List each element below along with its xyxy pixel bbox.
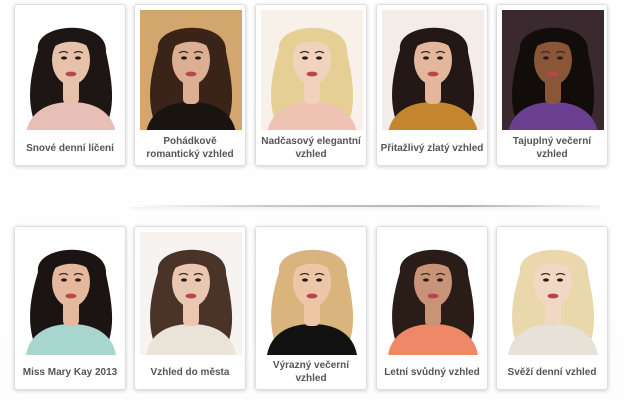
look-photo[interactable] bbox=[140, 10, 242, 130]
portrait-dark-long-hair-gold bbox=[382, 10, 484, 130]
look-photo[interactable] bbox=[382, 232, 484, 355]
look-photo[interactable] bbox=[261, 232, 363, 355]
look-card[interactable]: Výrazný večerní vzhled bbox=[255, 226, 367, 390]
look-caption[interactable]: Tajuplný večerní vzhled bbox=[499, 131, 605, 165]
look-photo[interactable] bbox=[502, 10, 604, 130]
look-card[interactable]: Tajuplný večerní vzhled bbox=[496, 4, 608, 166]
look-caption[interactable]: Letní svůdný vzhled bbox=[379, 355, 485, 389]
look-card[interactable]: Svěží denní vzhled bbox=[496, 226, 608, 390]
look-caption[interactable]: Nadčasový elegantní vzhled bbox=[258, 131, 364, 165]
makeup-looks-gallery: Snové denní líčení Pohádkově romantický … bbox=[0, 0, 624, 400]
look-card[interactable]: Nadčasový elegantní vzhled bbox=[255, 4, 367, 166]
portrait-curly-brunette bbox=[140, 10, 242, 130]
portrait-dark-skin-purple bbox=[502, 10, 604, 130]
look-card[interactable]: Přitažlivý zlatý vzhled bbox=[376, 4, 488, 166]
portrait-long-straight-brunette bbox=[140, 232, 242, 355]
look-photo[interactable] bbox=[20, 232, 122, 355]
portrait-ponytail-smile bbox=[20, 232, 122, 355]
section-divider-shadow bbox=[130, 207, 600, 211]
portrait-blonde-flowing bbox=[261, 232, 363, 355]
looks-row-1: Snové denní líčení Pohádkově romantický … bbox=[0, 4, 624, 170]
look-photo[interactable] bbox=[261, 10, 363, 130]
look-caption[interactable]: Pohádkově romantický vzhled bbox=[137, 131, 243, 165]
look-caption[interactable]: Svěží denní vzhled bbox=[499, 355, 605, 389]
looks-row-2: Miss Mary Kay 2013 Vzhled do města Výraz… bbox=[0, 226, 624, 392]
look-card[interactable]: Snové denní líčení bbox=[14, 4, 126, 166]
portrait-platinum-blonde bbox=[502, 232, 604, 355]
look-card[interactable]: Vzhled do města bbox=[134, 226, 246, 390]
look-card[interactable]: Letní svůdný vzhled bbox=[376, 226, 488, 390]
portrait-blonde-curls bbox=[261, 10, 363, 130]
look-caption[interactable]: Výrazný večerní vzhled bbox=[258, 355, 364, 389]
look-photo[interactable] bbox=[140, 232, 242, 355]
look-photo[interactable] bbox=[502, 232, 604, 355]
portrait-dark-waves-coral bbox=[382, 232, 484, 355]
look-caption[interactable]: Miss Mary Kay 2013 bbox=[17, 355, 123, 389]
look-card[interactable]: Miss Mary Kay 2013 bbox=[14, 226, 126, 390]
look-card[interactable]: Pohádkově romantický vzhled bbox=[134, 4, 246, 166]
look-caption[interactable]: Vzhled do města bbox=[137, 355, 243, 389]
portrait-dark-curly-hair bbox=[20, 10, 122, 130]
look-caption[interactable]: Snové denní líčení bbox=[17, 131, 123, 165]
look-photo[interactable] bbox=[382, 10, 484, 130]
look-caption[interactable]: Přitažlivý zlatý vzhled bbox=[379, 131, 485, 165]
look-photo[interactable] bbox=[20, 10, 122, 130]
